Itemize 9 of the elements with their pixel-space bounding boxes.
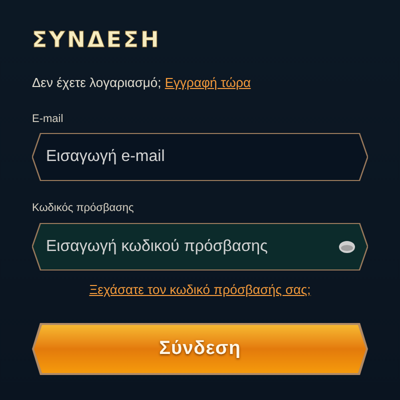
eye-icon[interactable] [339, 240, 355, 252]
input-field[interactable]: Εισαγωγή κωδικού πρόσβασης [33, 224, 367, 270]
signup-link[interactable]: Εγγραφή τώρα [164, 75, 251, 90]
input-field[interactable]: Εισαγωγή e-mail [33, 134, 367, 180]
forgot-password-link[interactable]: Ξεχάσατε τον κωδικό πρόσβασής σας; [89, 280, 311, 299]
page-title: ΣΥΝΔΕΣΗ [32, 27, 161, 55]
field-label: E-mail [32, 112, 64, 126]
signup-prompt: Δεν έχετε λογαριασμό; Εγγραφή τώρα [32, 74, 251, 92]
field-label: Κωδικός πρόσβασης [32, 201, 135, 216]
